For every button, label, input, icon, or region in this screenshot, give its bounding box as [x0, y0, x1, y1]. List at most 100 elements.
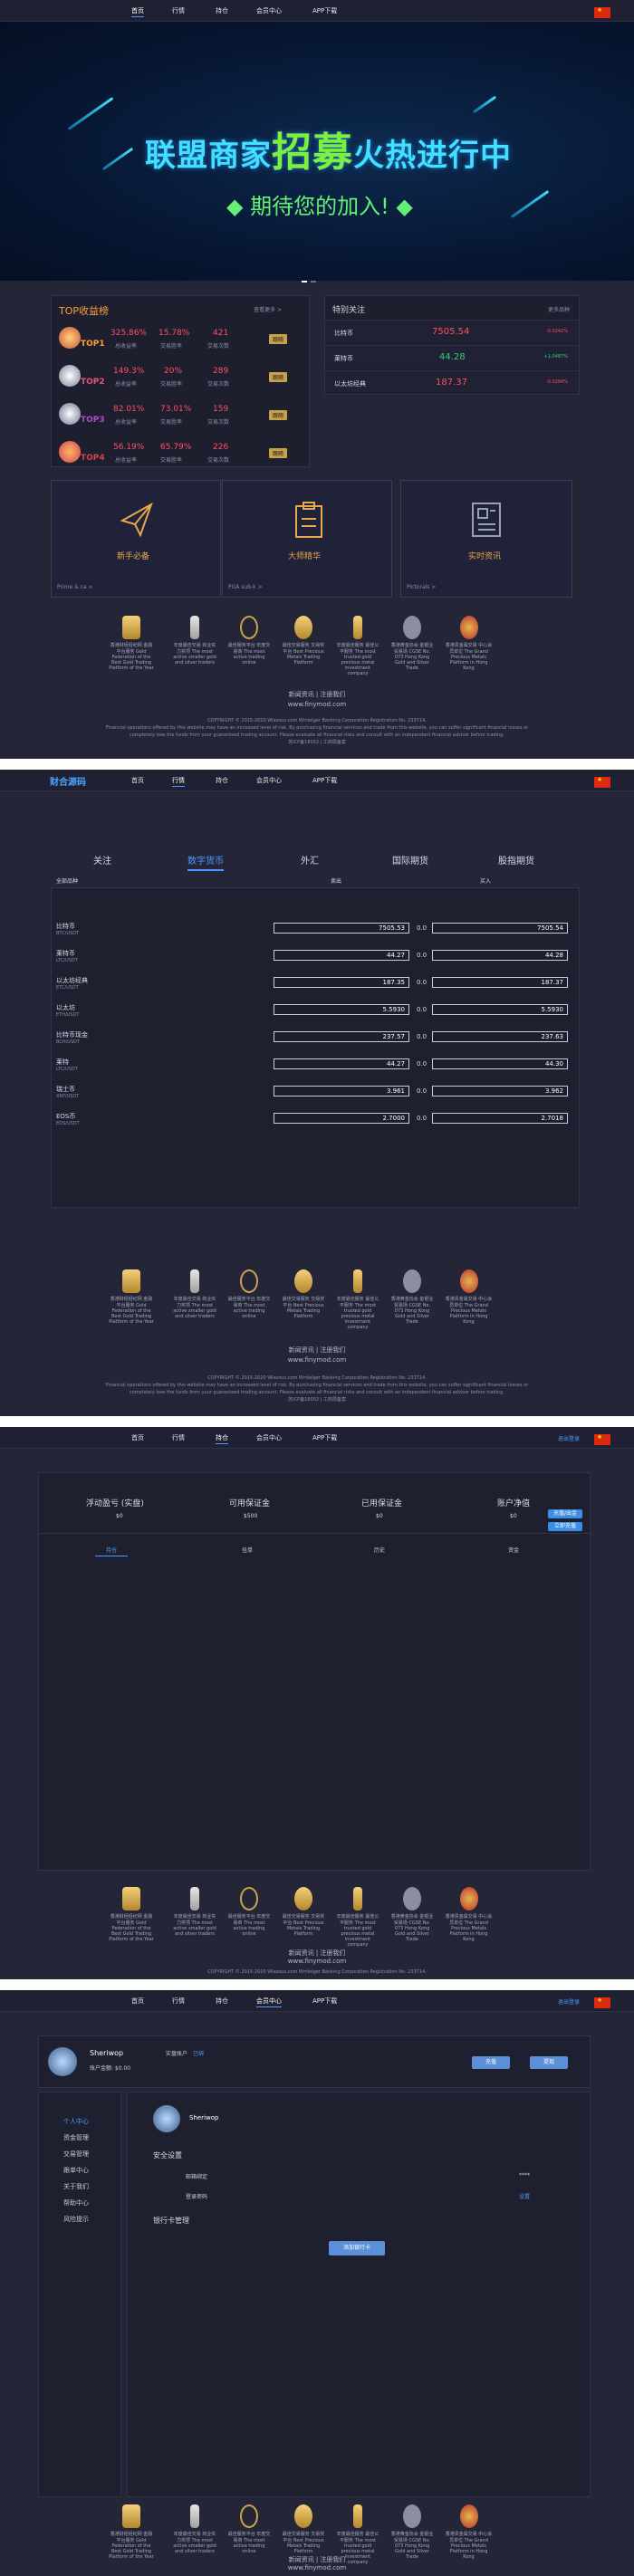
footer-copyright: COPYRIGHT © 2015-2020 Wlasous.com Wmlelg…	[207, 718, 427, 723]
award-badge: 最佳服务平台 年度交易商 The most active trading onl…	[226, 2504, 272, 2554]
sidebar-item-about[interactable]: 关于我们	[63, 2182, 89, 2191]
nav-app[interactable]: APP下载	[312, 1433, 337, 1442]
feature-card-news[interactable]: 实时资讯 Pictorals >	[400, 480, 572, 598]
nav-home[interactable]: 首页	[131, 776, 144, 785]
bid-price[interactable]: 237.57	[274, 1031, 409, 1042]
recharge-button[interactable]: 立即充值	[548, 1522, 582, 1531]
nav-member[interactable]: 会员中心	[256, 776, 282, 785]
china-flag-icon[interactable]	[594, 1433, 610, 1445]
nav-positions[interactable]: 持仓	[216, 1997, 228, 2006]
ask-price[interactable]: 237.63	[432, 1031, 568, 1042]
award-badge: 香港黄金协会 金银业贸易场 CGSE No. 073 Hong Kong Gol…	[389, 1887, 435, 1942]
ask-price[interactable]: 44.28	[432, 950, 568, 961]
nav-market[interactable]: 行情	[172, 1997, 185, 2006]
sidebar-item-copy[interactable]: 跟单中心	[63, 2166, 89, 2175]
nav-home[interactable]: 首页	[131, 1997, 144, 2006]
china-flag-icon[interactable]	[594, 6, 610, 18]
carousel-dot[interactable]	[311, 281, 316, 282]
add-bank-card-button[interactable]: 添加银行卡	[329, 2241, 385, 2255]
symbol-name: 莱特币	[56, 950, 75, 957]
feature-sublink[interactable]: Prime & ca >	[57, 584, 93, 590]
sidebar-item-funds[interactable]: 资金管理	[63, 2133, 89, 2142]
tab-pending[interactable]: 挂单	[242, 1546, 253, 1554]
nav-positions[interactable]: 持仓	[216, 776, 228, 785]
feature-card-newbie[interactable]: 新手必备 Prime & ca >	[51, 480, 221, 598]
watch-row[interactable]: 比特币 7505.54 -0.0242%	[325, 320, 579, 343]
nav-app[interactable]: APP下载	[312, 6, 337, 15]
deposit-button[interactable]: 充值	[472, 2056, 510, 2069]
market-page: 财合源码 首页 行情 持仓 会员中心 APP下载 关注 数字货币 外汇 国际期货…	[0, 770, 634, 1416]
watch-row[interactable]: 莱特币 44.28 +1.0487%	[325, 345, 579, 369]
footer-links[interactable]: 新闻资讯 | 注册我们	[0, 690, 634, 699]
sidebar-item-profile[interactable]: 个人中心	[63, 2117, 89, 2126]
sidebar-item-trades[interactable]: 交易管理	[63, 2150, 89, 2159]
stat-label: 可用保证金	[229, 1499, 271, 1508]
top-profit-more-link[interactable]: 查看更多 >	[254, 305, 282, 313]
footer-site[interactable]: www.finymod.com	[0, 1356, 634, 1364]
footer-site[interactable]: www.finymod.com	[0, 2564, 634, 2571]
sidebar-item-risk[interactable]: 风险提示	[63, 2215, 89, 2224]
withdraw-button[interactable]: 提现	[530, 2056, 568, 2069]
bid-price[interactable]: 7505.53	[274, 923, 409, 934]
watch-row[interactable]: 以太坊经典 187.37 -0.0284%	[325, 370, 579, 394]
nav-positions[interactable]: 持仓	[216, 6, 228, 15]
feature-sublink[interactable]: Pictorals >	[407, 584, 436, 590]
bid-price[interactable]: 2.7000	[274, 1113, 409, 1124]
win-rate-label: 交易胜率	[160, 343, 183, 350]
follow-button[interactable]: 跟随	[269, 448, 288, 458]
bid-price[interactable]: 187.35	[274, 977, 409, 988]
sidebar-item-help[interactable]: 帮助中心	[63, 2198, 89, 2207]
tab-watch[interactable]: 关注	[93, 853, 111, 867]
follow-button[interactable]: 跟随	[269, 410, 288, 420]
promo-banner[interactable]: 联盟商家招募火热进行中 ◆ 期待您的加入! ◆	[0, 22, 634, 282]
ask-price[interactable]: 44.30	[432, 1058, 568, 1069]
nav-market[interactable]: 行情	[172, 1433, 185, 1442]
bid-price[interactable]: 5.5930	[274, 1004, 409, 1015]
footer-links[interactable]: 新闻资讯 | 注册我们	[0, 1345, 634, 1355]
nav-app[interactable]: APP下载	[312, 776, 337, 785]
ask-price[interactable]: 7505.54	[432, 923, 568, 934]
tab-intl-futures[interactable]: 国际期货	[392, 853, 428, 867]
tab-history[interactable]: 历史	[374, 1546, 385, 1554]
ask-price[interactable]: 187.37	[432, 977, 568, 988]
bid-price[interactable]: 44.27	[274, 950, 409, 961]
footer-links[interactable]: 新闻资讯 | 注册我们	[0, 1949, 634, 1958]
follow-button[interactable]: 跟随	[269, 334, 288, 344]
feature-sublink[interactable]: PGA sub-k >	[228, 584, 263, 590]
special-more-link[interactable]: 更多品种	[548, 305, 570, 313]
security-action[interactable]: 设置	[519, 2192, 530, 2200]
nav-home[interactable]: 首页	[131, 1433, 144, 1442]
bid-price[interactable]: 44.27	[274, 1058, 409, 1069]
china-flag-icon[interactable]	[594, 1997, 610, 2008]
footer-site[interactable]: www.finymod.com	[0, 1958, 634, 1965]
username: Sheriwop	[90, 2049, 124, 2057]
china-flag-icon[interactable]	[594, 776, 610, 788]
ask-price[interactable]: 2.7018	[432, 1113, 568, 1124]
ask-price[interactable]: 3.962	[432, 1086, 568, 1096]
nav-positions[interactable]: 持仓	[216, 1433, 228, 1444]
nav-market[interactable]: 行情	[172, 776, 185, 787]
nav-app[interactable]: APP下载	[312, 1997, 337, 2006]
nav-member[interactable]: 会员中心	[256, 1997, 282, 2007]
nav-member[interactable]: 会员中心	[256, 6, 282, 15]
nav-home[interactable]: 首页	[131, 6, 144, 17]
carousel-dot[interactable]	[302, 281, 307, 282]
deposit-withdraw-button[interactable]: 充值/出金	[548, 1509, 582, 1518]
site-logo[interactable]: 财合源码	[50, 774, 86, 788]
feature-card-master[interactable]: 大师精华 PGA sub-k >	[222, 480, 392, 598]
bid-price[interactable]: 3.961	[274, 1086, 409, 1096]
positions-page: 首页 行情 持仓 会员中心 APP下载 退出登录 浮动盈亏 (实盘) $0 可用…	[0, 1427, 634, 1979]
footer-links[interactable]: 新闻资讯 | 注册我们	[0, 2555, 634, 2564]
logout-link[interactable]: 退出登录	[558, 1434, 580, 1442]
footer-site[interactable]: www.finymod.com	[0, 701, 634, 708]
logout-link[interactable]: 退出登录	[558, 1997, 580, 2006]
nav-member[interactable]: 会员中心	[256, 1433, 282, 1442]
ask-price[interactable]: 5.5930	[432, 1004, 568, 1015]
tab-index-futures[interactable]: 股指期货	[498, 853, 534, 867]
nav-market[interactable]: 行情	[172, 6, 185, 15]
tab-crypto[interactable]: 数字货币	[187, 853, 224, 871]
tab-holdings[interactable]: 持仓	[95, 1546, 129, 1556]
tab-funds[interactable]: 资金	[508, 1546, 519, 1554]
tab-forex[interactable]: 外汇	[301, 853, 319, 867]
follow-button[interactable]: 跟随	[269, 372, 288, 382]
